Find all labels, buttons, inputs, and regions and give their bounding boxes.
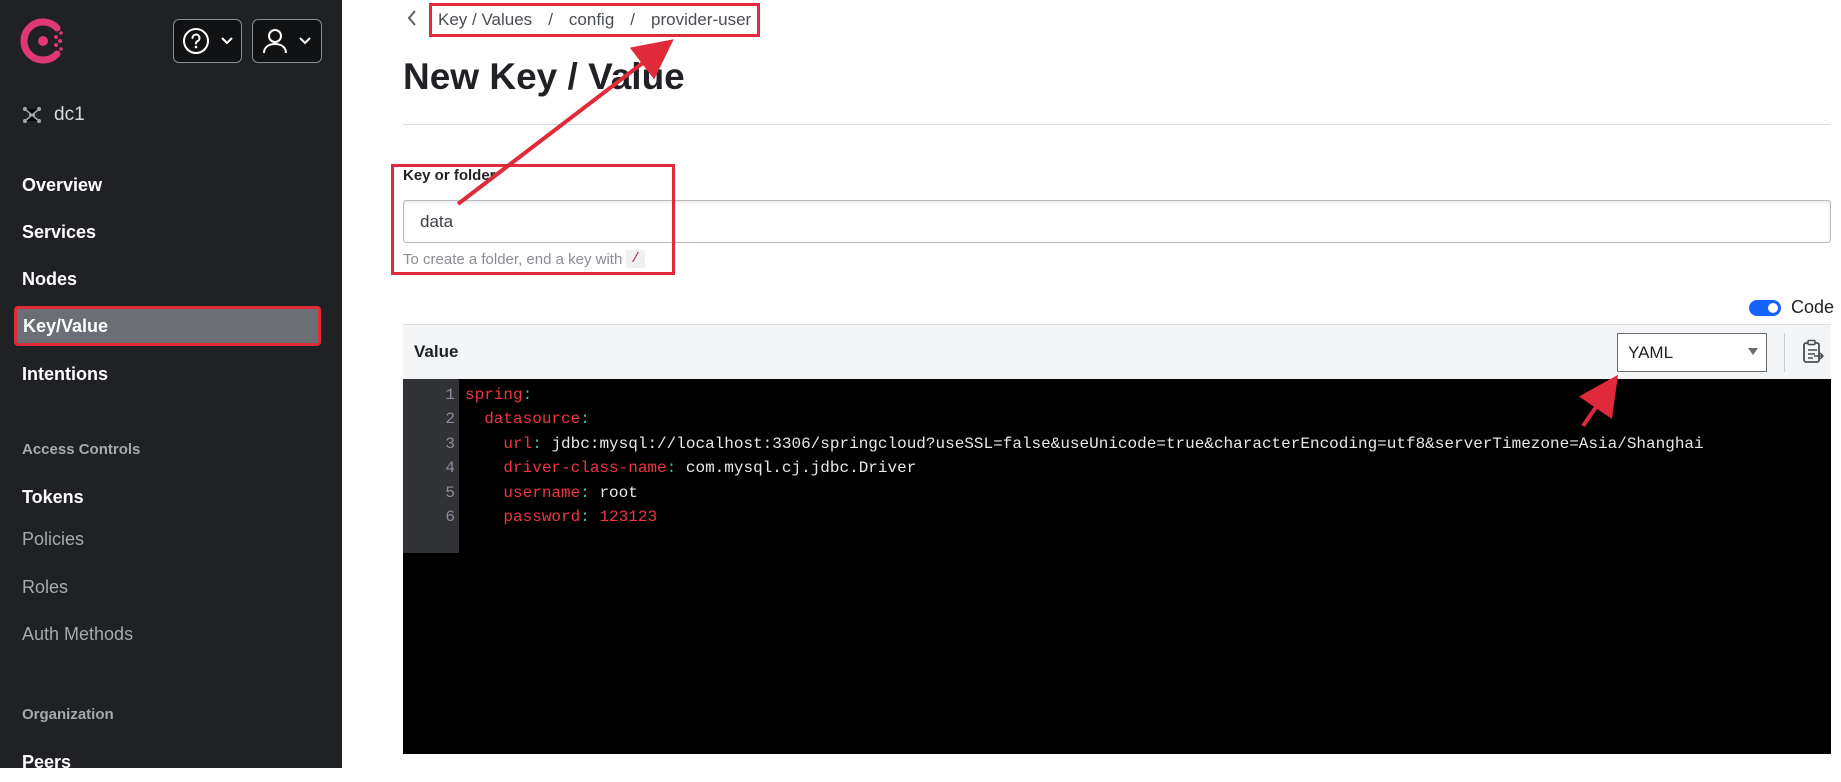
syntax-mode-select[interactable]: YAML xyxy=(1617,333,1767,372)
key-help-code: / xyxy=(626,250,645,268)
chevron-down-icon xyxy=(220,37,233,45)
code-toggle-switch[interactable] xyxy=(1749,299,1781,316)
datacenter-selector[interactable]: dc1 xyxy=(22,104,85,126)
line-content: username: root xyxy=(465,481,638,505)
datacenter-icon xyxy=(23,107,41,123)
nav-peers[interactable]: Peers xyxy=(14,742,321,782)
code-toggle-label: Code xyxy=(1791,297,1835,317)
yaml-colon: : xyxy=(532,434,542,453)
key-field-label: Key or folder xyxy=(403,167,496,184)
editor-toolbar: Value YAML xyxy=(403,324,1831,379)
line-content: url: jdbc:mysql://localhost:3306/springc… xyxy=(465,432,1704,456)
user-icon xyxy=(263,29,287,54)
nav-tokens[interactable]: Tokens xyxy=(14,477,321,517)
yaml-value: jdbc:mysql://localhost:3306/springcloud?… xyxy=(551,434,1704,453)
syntax-mode-value: YAML xyxy=(1628,342,1674,362)
yaml-key: url xyxy=(503,434,533,453)
chevron-left-icon[interactable] xyxy=(405,8,419,28)
nav-roles[interactable]: Roles xyxy=(14,567,321,607)
line-number: 4 xyxy=(445,459,455,478)
yaml-key: datasource xyxy=(484,410,581,429)
chevron-down-icon xyxy=(299,37,311,45)
key-help-text: To create a folder, end a key with / xyxy=(403,250,645,268)
yaml-key: username xyxy=(503,483,581,502)
nav-nodes[interactable]: Nodes xyxy=(14,259,321,299)
code-toggle[interactable]: Code xyxy=(1749,297,1834,318)
nav-key-value[interactable]: Key/Value xyxy=(14,306,321,346)
yaml-colon: : xyxy=(580,483,590,502)
line-content: password: 123123 xyxy=(465,505,657,529)
yaml-key: spring xyxy=(465,386,523,404)
line-content: datasource: xyxy=(465,407,590,431)
yaml-colon: : xyxy=(666,459,677,478)
toolbar-divider xyxy=(1784,333,1785,372)
breadcrumb: Key / Values / config / provider-user xyxy=(429,3,761,37)
line-number: 5 xyxy=(445,483,455,502)
line-number: 3 xyxy=(445,434,455,453)
nav-auth-methods[interactable]: Auth Methods xyxy=(14,614,321,654)
help-menu-button[interactable] xyxy=(173,19,242,63)
page-title: New Key / Value xyxy=(403,56,685,97)
line-number: 1 xyxy=(445,386,455,404)
breadcrumb-item-key-values[interactable]: Key / Values xyxy=(438,10,532,30)
consul-logo-icon[interactable] xyxy=(20,18,66,64)
sidebar: dc1 Overview Services Nodes Key/Value In… xyxy=(0,0,342,772)
line-number: 6 xyxy=(445,508,455,526)
organization-heading: Organization xyxy=(22,706,114,723)
key-input[interactable] xyxy=(403,200,1831,243)
breadcrumb-separator: / xyxy=(630,10,636,29)
title-divider xyxy=(403,124,1830,125)
value-label: Value xyxy=(414,342,459,361)
nav-policies[interactable]: Policies xyxy=(14,519,321,559)
yaml-colon: : xyxy=(522,386,533,404)
clipboard-icon[interactable] xyxy=(1801,339,1825,365)
yaml-key: driver-class-name xyxy=(503,459,667,478)
code-editor[interactable]: 1 spring: 2 datasource: 3 url: jdbc:mysql:/… xyxy=(403,379,1831,754)
breadcrumb-separator: / xyxy=(548,10,553,29)
yaml-key: password xyxy=(503,508,581,526)
datacenter-name: dc1 xyxy=(54,104,85,125)
line-content: driver-class-name: com.mysql.cj.jdbc.Dri… xyxy=(465,456,916,480)
key-help-message: To create a folder, end a key with xyxy=(403,250,623,268)
yaml-value: root xyxy=(599,483,638,502)
breadcrumb-item-config[interactable]: config xyxy=(569,10,614,30)
caret-down-icon xyxy=(1748,348,1758,355)
help-icon xyxy=(182,28,209,54)
nav-overview[interactable]: Overview xyxy=(14,165,321,205)
nav-intentions[interactable]: Intentions xyxy=(14,354,321,394)
user-menu-button[interactable] xyxy=(252,19,322,63)
line-number: 2 xyxy=(445,410,455,429)
yaml-value: com.mysql.cj.jdbc.Driver xyxy=(685,459,917,478)
access-controls-heading: Access Controls xyxy=(22,441,141,458)
line-content: spring: xyxy=(465,383,532,407)
nav-services[interactable]: Services xyxy=(14,212,321,252)
yaml-colon: : xyxy=(580,508,590,526)
breadcrumb-item-provider-user[interactable]: provider-user xyxy=(651,10,751,30)
yaml-value: 123123 xyxy=(599,508,658,526)
yaml-colon: : xyxy=(580,410,590,429)
